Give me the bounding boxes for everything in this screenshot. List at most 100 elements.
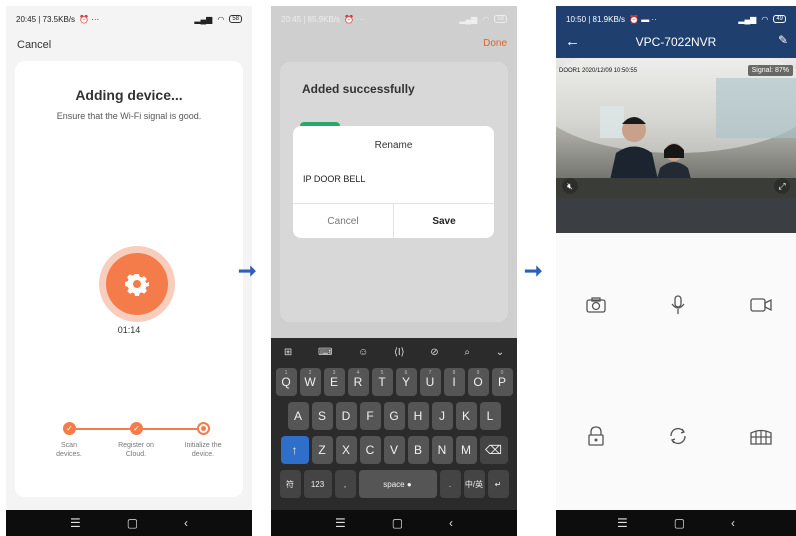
refresh-icon[interactable] <box>663 421 693 451</box>
menu-icon[interactable]: ☰ <box>617 516 628 530</box>
mic-icon: ● <box>406 479 412 489</box>
menu-icon[interactable]: ☰ <box>335 516 346 530</box>
key-hint: 1 <box>284 370 288 376</box>
gate-icon[interactable] <box>746 421 776 451</box>
key-f[interactable]: F <box>359 402 381 430</box>
language-key[interactable]: 中/英 <box>463 470 485 498</box>
back-icon[interactable]: ‹ <box>449 516 453 530</box>
key-u[interactable]: 7U <box>419 368 441 396</box>
device-name-input[interactable]: IP DOOR BELL <box>303 174 483 184</box>
adding-card: Adding device... Ensure that the Wi-Fi s… <box>15 61 243 497</box>
key-hint: 7 <box>428 370 432 376</box>
adding-subtitle: Ensure that the Wi-Fi signal is good. <box>56 111 202 121</box>
key-label: U <box>425 375 435 389</box>
edit-icon[interactable]: ✎ <box>778 33 788 47</box>
wifi-icon: ◠ <box>217 14 225 24</box>
comma-key[interactable]: , <box>334 470 356 498</box>
clipboard-icon[interactable]: ⊘ <box>430 347 438 358</box>
key-j[interactable]: J <box>431 402 453 430</box>
fullscreen-icon[interactable]: ⤢ <box>774 178 790 194</box>
back-icon[interactable]: ‹ <box>184 516 188 530</box>
key-hint: 3 <box>332 370 336 376</box>
camera-snapshot-icon[interactable] <box>581 290 611 320</box>
key-o[interactable]: 9O <box>467 368 489 396</box>
home-icon[interactable]: ▢ <box>392 516 403 530</box>
shift-key[interactable]: ↑ <box>280 436 309 464</box>
key-n[interactable]: N <box>431 436 453 464</box>
key-hint: 5 <box>380 370 384 376</box>
phone-live-view: 10:50 | 81.9KB/s ⏰ ▬ ·· ▂▄▆ ◠ 49 ← VPC-7… <box>556 6 796 536</box>
cursor-icon[interactable]: ⟨I⟩ <box>394 347 405 358</box>
battery-icon: 58 <box>229 15 242 23</box>
mute-icon[interactable]: 🔇︎ <box>562 178 578 194</box>
emoji-icon[interactable]: ☺ <box>358 347 368 358</box>
done-button[interactable]: Done <box>483 38 507 49</box>
key-x[interactable]: X <box>335 436 357 464</box>
microphone-icon[interactable] <box>663 290 693 320</box>
back-icon[interactable]: ‹ <box>731 516 735 530</box>
key-p[interactable]: 0P <box>491 368 513 396</box>
progress-steps: ✓ ✓ Scan devices. Register on Cloud. Initi… <box>15 419 243 459</box>
signal-icon: ▂▄▆ <box>459 14 478 24</box>
record-video-icon[interactable] <box>746 290 776 320</box>
key-q[interactable]: 1Q <box>275 368 297 396</box>
symbol-key[interactable]: 符 <box>279 470 301 498</box>
signal-icon: ▂▄▆ <box>738 14 757 24</box>
dialog-title: Rename <box>374 140 413 151</box>
dialog-save-button[interactable]: Save <box>394 204 494 238</box>
key-m[interactable]: M <box>455 436 477 464</box>
search-icon[interactable]: ⌕ <box>464 347 470 358</box>
status-bar: 20:45 | 85.9KB/s ⏰ ··· ▂▄▆ ◠ 58 <box>271 6 517 32</box>
key-e[interactable]: 3E <box>323 368 345 396</box>
key-v[interactable]: V <box>383 436 405 464</box>
key-g[interactable]: G <box>383 402 405 430</box>
key-b[interactable]: B <box>407 436 429 464</box>
cancel-button[interactable]: Cancel <box>17 39 51 51</box>
gear-icon <box>106 253 168 315</box>
status-time: 20:45 | 85.9KB/s <box>281 14 341 24</box>
step-check-icon: ✓ <box>130 422 143 435</box>
key-label: I <box>452 375 456 389</box>
key-z[interactable]: Z <box>311 436 333 464</box>
home-icon[interactable]: ▢ <box>127 516 138 530</box>
numbers-key[interactable]: 123 <box>303 470 332 498</box>
period-key[interactable]: . <box>439 470 461 498</box>
video-scene <box>556 58 796 198</box>
keyboard-icon[interactable]: ⌨ <box>318 347 332 358</box>
keyboard-toolbar: ⊞ ⌨ ☺ ⟨I⟩ ⊘ ⌕ ⌄ <box>271 338 517 366</box>
key-y[interactable]: 6Y <box>395 368 417 396</box>
key-d[interactable]: D <box>335 402 357 430</box>
live-video[interactable]: DOOR1 2020/12/09 10:50:55 Signal: 87% 🔇︎… <box>556 58 796 198</box>
key-label: O <box>473 375 483 389</box>
key-s[interactable]: S <box>311 402 333 430</box>
key-hint: 9 <box>476 370 480 376</box>
dialog-cancel-button[interactable]: Cancel <box>293 204 394 238</box>
home-icon[interactable]: ▢ <box>674 516 685 530</box>
rename-dialog: Rename IP DOOR BELL Cancel Save <box>293 126 494 238</box>
signal-badge: Signal: 87% <box>747 65 793 76</box>
keyboard: ⊞ ⌨ ☺ ⟨I⟩ ⊘ ⌕ ⌄ 1Q2W3E4R5T6Y7U8I9O0P ASD… <box>271 338 517 510</box>
phone-rename-device: 20:45 | 85.9KB/s ⏰ ··· ▂▄▆ ◠ 58 Done Add… <box>271 6 517 536</box>
key-k[interactable]: K <box>455 402 477 430</box>
space-key[interactable]: space ● <box>358 470 437 498</box>
progress-ring <box>99 246 175 322</box>
chevron-down-icon[interactable]: ⌄ <box>496 347 504 358</box>
key-t[interactable]: 5T <box>371 368 393 396</box>
status-time: 20:45 | 73.5KB/s <box>16 14 76 24</box>
unlock-icon[interactable] <box>581 421 611 451</box>
backspace-key[interactable]: ⌫ <box>479 436 508 464</box>
key-r[interactable]: 4R <box>347 368 369 396</box>
key-c[interactable]: C <box>359 436 381 464</box>
system-nav-bar: ☰ ▢ ‹ <box>556 510 796 536</box>
key-a[interactable]: A <box>287 402 309 430</box>
menu-icon[interactable]: ☰ <box>70 516 81 530</box>
key-i[interactable]: 8I <box>443 368 465 396</box>
key-label: Q <box>281 375 291 389</box>
enter-key[interactable]: ↵ <box>487 470 509 498</box>
key-row-3: ↑ ZXCVBNM ⌫ <box>271 436 517 464</box>
key-h[interactable]: H <box>407 402 429 430</box>
step-check-icon: ✓ <box>63 422 76 435</box>
grid-icon[interactable]: ⊞ <box>284 347 292 358</box>
key-l[interactable]: L <box>479 402 501 430</box>
key-w[interactable]: 2W <box>299 368 321 396</box>
